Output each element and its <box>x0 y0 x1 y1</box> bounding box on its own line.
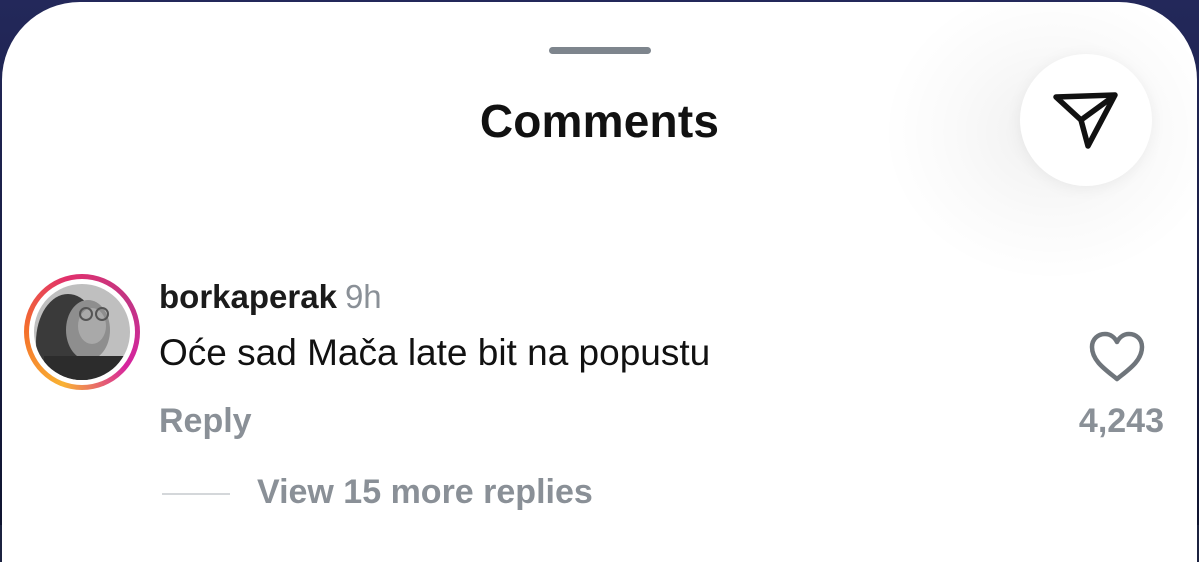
view-more-replies-button[interactable]: View 15 more replies <box>257 473 593 512</box>
avatar-story-ring[interactable] <box>24 274 140 390</box>
comment-timestamp: 9h <box>344 278 382 315</box>
share-button[interactable] <box>1020 54 1152 186</box>
avatar <box>34 284 130 380</box>
comments-sheet: Comments borkaperak 9h Oće sad Mača late… <box>2 2 1197 562</box>
replies-divider <box>162 493 230 495</box>
avatar-photo <box>34 284 130 380</box>
like-count: 4,243 <box>1078 402 1164 440</box>
comment-username[interactable]: borkaperak <box>159 278 337 315</box>
paper-plane-icon <box>1053 92 1118 149</box>
like-button[interactable] <box>1088 330 1146 384</box>
comment-header: borkaperak 9h <box>159 278 382 316</box>
comment-text: Oće sad Mača late bit na popustu <box>159 332 711 373</box>
heart-outline-icon <box>1089 331 1145 382</box>
reply-button[interactable]: Reply <box>159 402 252 441</box>
drag-handle[interactable] <box>549 47 651 54</box>
